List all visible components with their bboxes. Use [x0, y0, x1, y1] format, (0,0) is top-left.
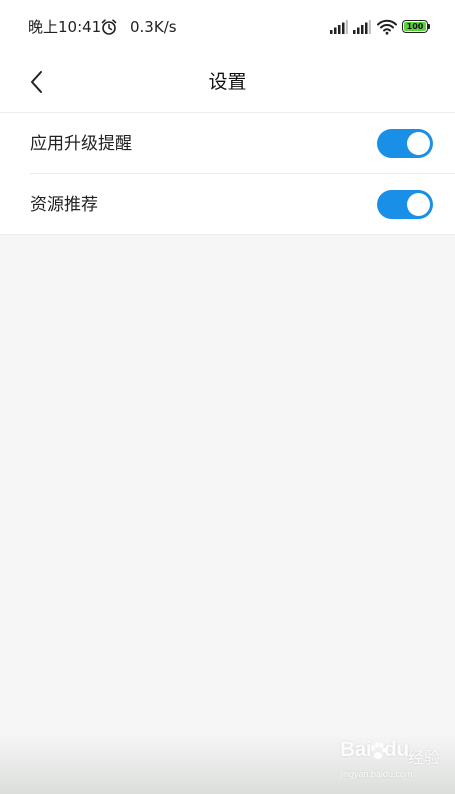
toggle-knob [407, 193, 430, 216]
watermark-brand-right: du [384, 738, 409, 761]
watermark-suffix: 经验 [408, 748, 441, 767]
page-title: 设置 [208, 71, 247, 93]
toggle-knob [407, 132, 430, 155]
upgrade-reminder-toggle[interactable] [377, 129, 433, 158]
setting-label-resource-recommend: 资源推荐 [30, 195, 98, 215]
alarm-clock-icon [101, 19, 117, 35]
baidu-paw-icon [371, 742, 386, 759]
watermark-brand-left: Bai [340, 738, 372, 761]
wifi-icon [377, 19, 397, 35]
setting-row-resource-recommend[interactable]: 资源推荐 [0, 174, 455, 235]
setting-row-upgrade-reminder[interactable]: 应用升级提醒 [0, 113, 455, 174]
watermark-url: jingyan.baidu.com [340, 769, 413, 779]
header: 设置 [0, 54, 455, 112]
network-speed: 0.3K/s [130, 18, 177, 36]
resource-recommend-toggle[interactable] [377, 190, 433, 219]
cellular-signal-icon-2 [353, 20, 371, 34]
cellular-signal-icon [330, 20, 348, 34]
status-time: 晚上10:41 [28, 18, 102, 36]
status-bar: 晚上10:41 0.3K/s 100 [0, 0, 455, 54]
baidu-jingyan-watermark: Bai du 经验 jingyan.baidu.com [340, 738, 450, 788]
settings-panel: 晚上10:41 0.3K/s 100 设置 应用升级提醒 资源推荐 [0, 0, 455, 234]
setting-label-upgrade-reminder: 应用升级提醒 [30, 134, 132, 154]
battery-level: 100 [406, 22, 424, 31]
battery-tip [428, 24, 430, 29]
panel-bottom-divider [0, 234, 455, 235]
